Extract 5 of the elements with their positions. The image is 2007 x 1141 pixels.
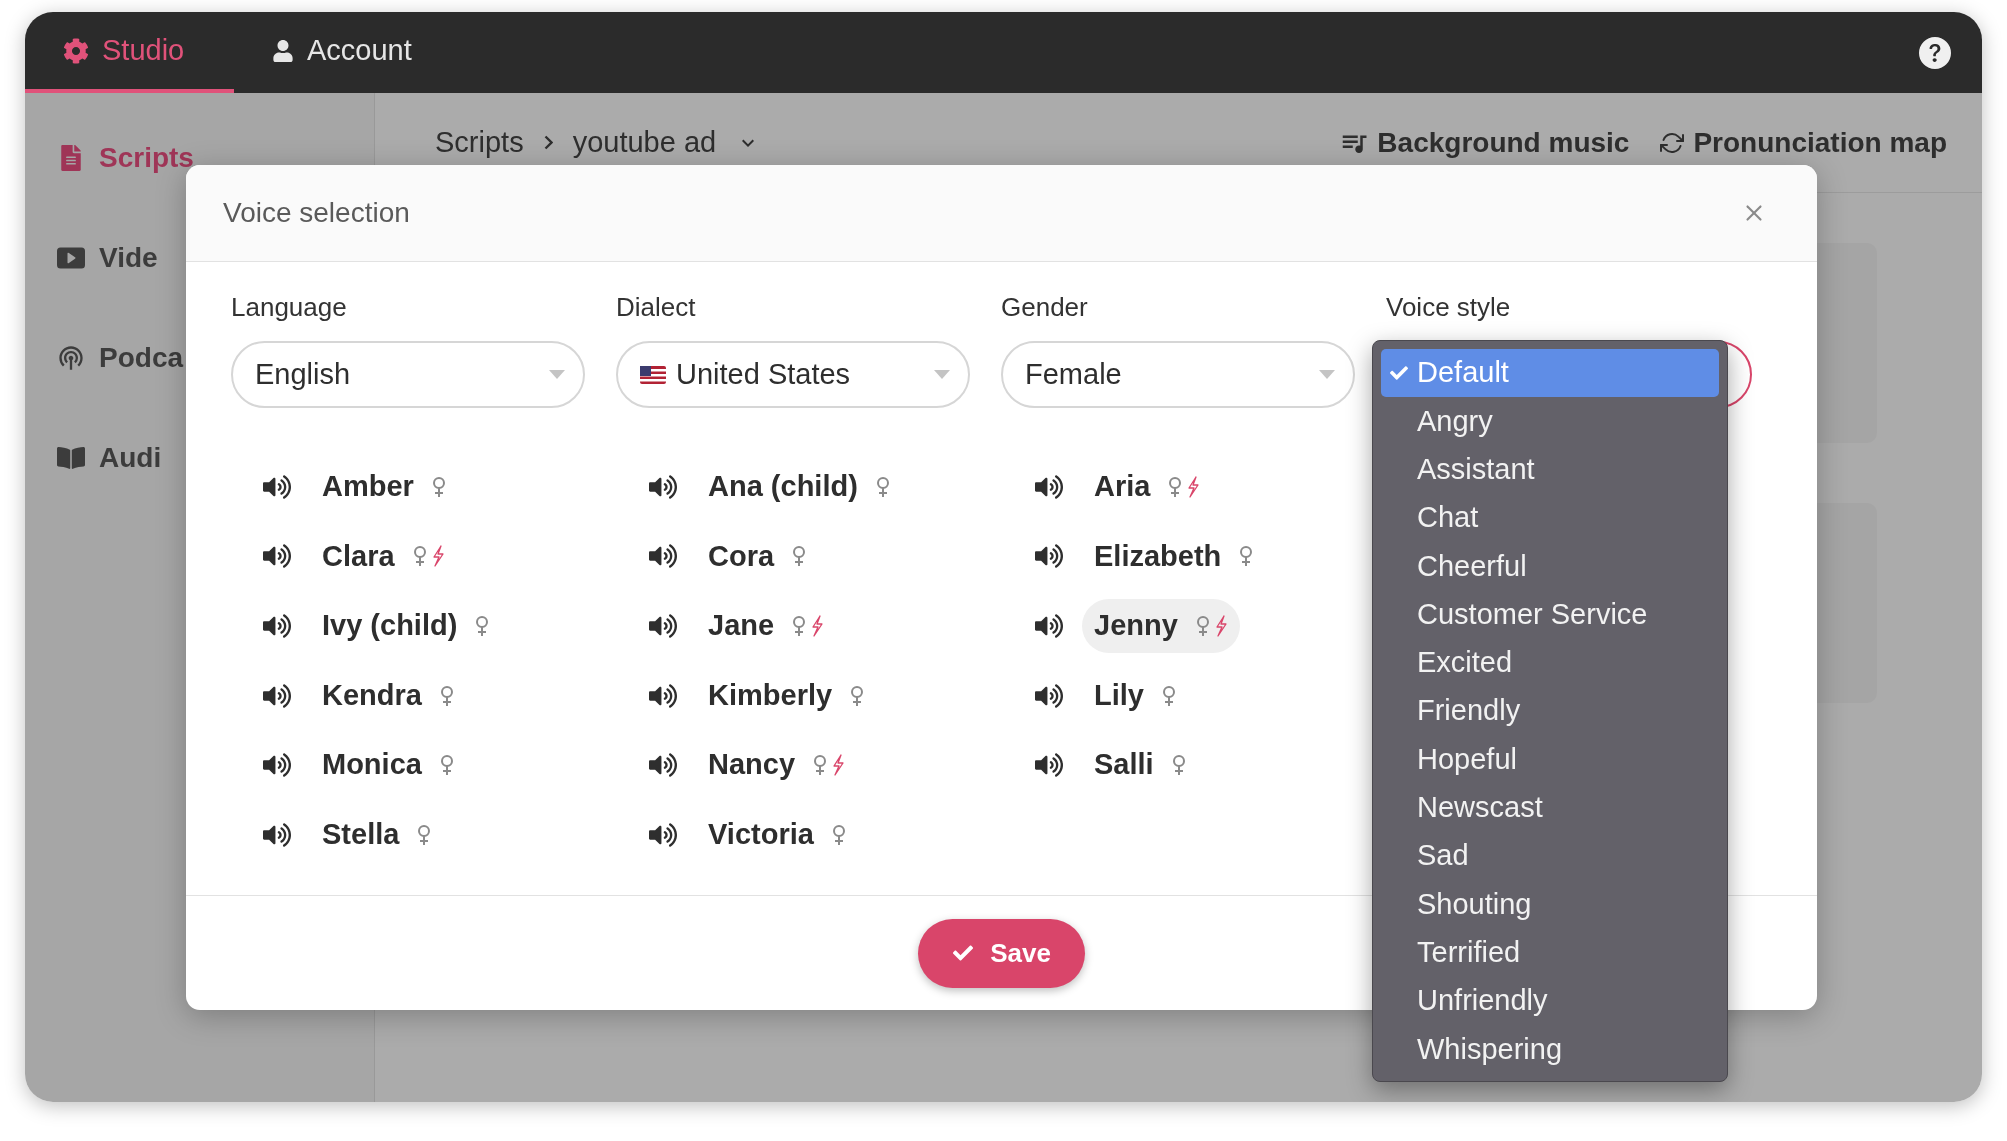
field-label: Gender	[1001, 291, 1089, 324]
field-label: Dialect	[616, 291, 697, 324]
field-label: Voice style	[1386, 291, 1512, 324]
field-label: Language	[231, 291, 348, 324]
dialog-title: Voice selection	[223, 196, 410, 230]
